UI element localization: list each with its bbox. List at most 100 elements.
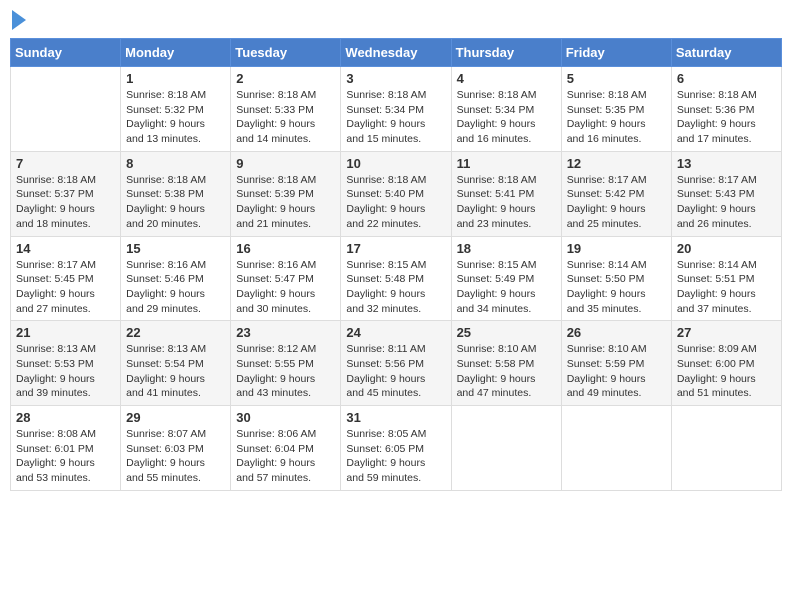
week-row-5: 28Sunrise: 8:08 AM Sunset: 6:01 PM Dayli… — [11, 406, 782, 491]
day-number: 7 — [16, 156, 115, 171]
calendar-cell: 1 Sunrise: 8:18 AM Sunset: 5:32 PM Daylig… — [121, 67, 231, 152]
calendar-cell: 5 Sunrise: 8:18 AM Sunset: 5:35 PM Daylig… — [561, 67, 671, 152]
calendar-cell: 28Sunrise: 8:08 AM Sunset: 6:01 PM Dayli… — [11, 406, 121, 491]
col-header-saturday: Saturday — [671, 39, 781, 67]
day-number: 23 — [236, 325, 335, 340]
logo-arrow-icon — [12, 10, 26, 30]
day-content: Sunrise: 8:14 AM Sunset: 5:50 PM Dayligh… — [567, 258, 666, 317]
col-header-wednesday: Wednesday — [341, 39, 451, 67]
col-header-friday: Friday — [561, 39, 671, 67]
calendar-cell: 17 Sunrise: 8:15 AM Sunset: 5:48 PM Dayli… — [341, 236, 451, 321]
calendar-cell — [11, 67, 121, 152]
calendar-cell — [671, 406, 781, 491]
day-content: Sunrise: 8:10 AM Sunset: 5:59 PM Dayligh… — [567, 342, 666, 401]
calendar-cell: 30Sunrise: 8:06 AM Sunset: 6:04 PM Dayli… — [231, 406, 341, 491]
calendar-cell: 24 Sunrise: 8:11 AM Sunset: 5:56 PM Dayli… — [341, 321, 451, 406]
calendar-cell: 15Sunrise: 8:16 AM Sunset: 5:46 PM Dayli… — [121, 236, 231, 321]
day-content: Sunrise: 8:18 AM Sunset: 5:34 PM Dayligh… — [457, 88, 556, 147]
week-row-1: 1 Sunrise: 8:18 AM Sunset: 5:32 PM Daylig… — [11, 67, 782, 152]
calendar-cell: 9 Sunrise: 8:18 AM Sunset: 5:39 PM Daylig… — [231, 151, 341, 236]
day-number: 9 — [236, 156, 335, 171]
day-number: 19 — [567, 241, 666, 256]
calendar-cell: 11Sunrise: 8:18 AM Sunset: 5:41 PM Dayli… — [451, 151, 561, 236]
day-content: Sunrise: 8:18 AM Sunset: 5:34 PM Dayligh… — [346, 88, 445, 147]
week-row-3: 14Sunrise: 8:17 AM Sunset: 5:45 PM Dayli… — [11, 236, 782, 321]
day-number: 18 — [457, 241, 556, 256]
col-header-thursday: Thursday — [451, 39, 561, 67]
day-content: Sunrise: 8:07 AM Sunset: 6:03 PM Dayligh… — [126, 427, 225, 486]
calendar-cell: 2 Sunrise: 8:18 AM Sunset: 5:33 PM Daylig… — [231, 67, 341, 152]
week-row-4: 21 Sunrise: 8:13 AM Sunset: 5:53 PM Dayli… — [11, 321, 782, 406]
day-number: 21 — [16, 325, 115, 340]
calendar-cell: 12 Sunrise: 8:17 AM Sunset: 5:42 PM Dayli… — [561, 151, 671, 236]
day-content: Sunrise: 8:18 AM Sunset: 5:39 PM Dayligh… — [236, 173, 335, 232]
day-content: Sunrise: 8:12 AM Sunset: 5:55 PM Dayligh… — [236, 342, 335, 401]
calendar-cell: 26 Sunrise: 8:10 AM Sunset: 5:59 PM Dayli… — [561, 321, 671, 406]
day-content: Sunrise: 8:18 AM Sunset: 5:40 PM Dayligh… — [346, 173, 445, 232]
day-number: 27 — [677, 325, 776, 340]
calendar-cell: 18Sunrise: 8:15 AM Sunset: 5:49 PM Dayli… — [451, 236, 561, 321]
day-number: 1 — [126, 71, 225, 86]
calendar-cell: 14Sunrise: 8:17 AM Sunset: 5:45 PM Dayli… — [11, 236, 121, 321]
day-number: 26 — [567, 325, 666, 340]
day-content: Sunrise: 8:18 AM Sunset: 5:35 PM Dayligh… — [567, 88, 666, 147]
day-content: Sunrise: 8:18 AM Sunset: 5:32 PM Dayligh… — [126, 88, 225, 147]
day-number: 25 — [457, 325, 556, 340]
page-header — [10, 10, 782, 30]
calendar-cell — [451, 406, 561, 491]
week-row-2: 7Sunrise: 8:18 AM Sunset: 5:37 PM Daylig… — [11, 151, 782, 236]
day-content: Sunrise: 8:16 AM Sunset: 5:47 PM Dayligh… — [236, 258, 335, 317]
day-content: Sunrise: 8:17 AM Sunset: 5:43 PM Dayligh… — [677, 173, 776, 232]
day-number: 24 — [346, 325, 445, 340]
calendar-cell: 4 Sunrise: 8:18 AM Sunset: 5:34 PM Daylig… — [451, 67, 561, 152]
calendar-cell: 27 Sunrise: 8:09 AM Sunset: 6:00 PM Dayli… — [671, 321, 781, 406]
calendar-cell: 29Sunrise: 8:07 AM Sunset: 6:03 PM Dayli… — [121, 406, 231, 491]
day-number: 4 — [457, 71, 556, 86]
logo — [10, 10, 26, 30]
day-number: 5 — [567, 71, 666, 86]
day-content: Sunrise: 8:18 AM Sunset: 5:41 PM Dayligh… — [457, 173, 556, 232]
day-number: 13 — [677, 156, 776, 171]
day-content: Sunrise: 8:17 AM Sunset: 5:45 PM Dayligh… — [16, 258, 115, 317]
day-content: Sunrise: 8:15 AM Sunset: 5:48 PM Dayligh… — [346, 258, 445, 317]
day-content: Sunrise: 8:18 AM Sunset: 5:38 PM Dayligh… — [126, 173, 225, 232]
day-number: 16 — [236, 241, 335, 256]
day-number: 3 — [346, 71, 445, 86]
day-content: Sunrise: 8:13 AM Sunset: 5:53 PM Dayligh… — [16, 342, 115, 401]
calendar-cell: 6 Sunrise: 8:18 AM Sunset: 5:36 PM Daylig… — [671, 67, 781, 152]
day-number: 17 — [346, 241, 445, 256]
col-header-sunday: Sunday — [11, 39, 121, 67]
day-content: Sunrise: 8:18 AM Sunset: 5:36 PM Dayligh… — [677, 88, 776, 147]
day-number: 8 — [126, 156, 225, 171]
calendar-cell: 19 Sunrise: 8:14 AM Sunset: 5:50 PM Dayli… — [561, 236, 671, 321]
day-content: Sunrise: 8:08 AM Sunset: 6:01 PM Dayligh… — [16, 427, 115, 486]
day-number: 15 — [126, 241, 225, 256]
day-content: Sunrise: 8:05 AM Sunset: 6:05 PM Dayligh… — [346, 427, 445, 486]
day-number: 31 — [346, 410, 445, 425]
calendar-cell: 3 Sunrise: 8:18 AM Sunset: 5:34 PM Daylig… — [341, 67, 451, 152]
day-number: 2 — [236, 71, 335, 86]
day-content: Sunrise: 8:13 AM Sunset: 5:54 PM Dayligh… — [126, 342, 225, 401]
calendar-cell: 7Sunrise: 8:18 AM Sunset: 5:37 PM Daylig… — [11, 151, 121, 236]
day-number: 6 — [677, 71, 776, 86]
calendar-cell — [561, 406, 671, 491]
day-number: 10 — [346, 156, 445, 171]
calendar-cell: 23 Sunrise: 8:12 AM Sunset: 5:55 PM Dayli… — [231, 321, 341, 406]
day-number: 22 — [126, 325, 225, 340]
day-content: Sunrise: 8:18 AM Sunset: 5:33 PM Dayligh… — [236, 88, 335, 147]
calendar-cell: 16 Sunrise: 8:16 AM Sunset: 5:47 PM Dayli… — [231, 236, 341, 321]
col-header-tuesday: Tuesday — [231, 39, 341, 67]
day-content: Sunrise: 8:17 AM Sunset: 5:42 PM Dayligh… — [567, 173, 666, 232]
calendar-cell: 8 Sunrise: 8:18 AM Sunset: 5:38 PM Daylig… — [121, 151, 231, 236]
day-content: Sunrise: 8:06 AM Sunset: 6:04 PM Dayligh… — [236, 427, 335, 486]
calendar-cell: 13 Sunrise: 8:17 AM Sunset: 5:43 PM Dayli… — [671, 151, 781, 236]
calendar-cell: 21 Sunrise: 8:13 AM Sunset: 5:53 PM Dayli… — [11, 321, 121, 406]
calendar-table: SundayMondayTuesdayWednesdayThursdayFrid… — [10, 38, 782, 491]
day-number: 12 — [567, 156, 666, 171]
calendar-cell: 10 Sunrise: 8:18 AM Sunset: 5:40 PM Dayli… — [341, 151, 451, 236]
header-row: SundayMondayTuesdayWednesdayThursdayFrid… — [11, 39, 782, 67]
day-content: Sunrise: 8:11 AM Sunset: 5:56 PM Dayligh… — [346, 342, 445, 401]
calendar-cell: 31 Sunrise: 8:05 AM Sunset: 6:05 PM Dayli… — [341, 406, 451, 491]
day-content: Sunrise: 8:14 AM Sunset: 5:51 PM Dayligh… — [677, 258, 776, 317]
day-content: Sunrise: 8:09 AM Sunset: 6:00 PM Dayligh… — [677, 342, 776, 401]
